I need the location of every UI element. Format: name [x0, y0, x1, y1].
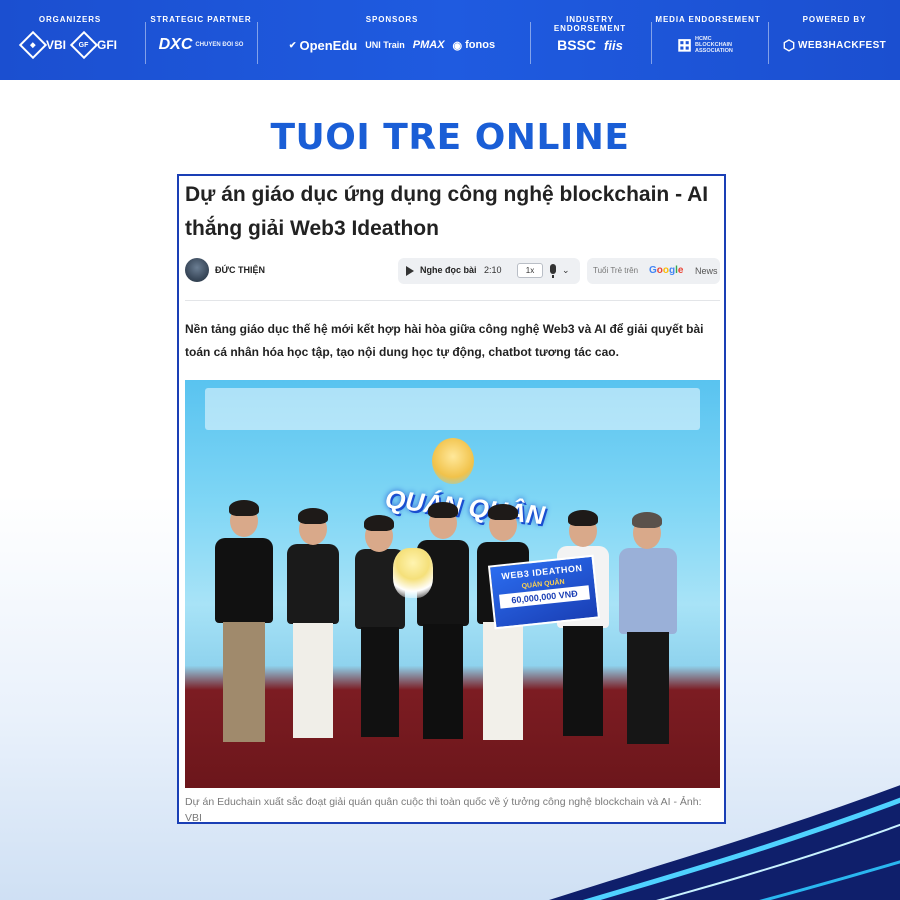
- article-headline[interactable]: Dự án giáo dục ứng dụng công nghệ blockc…: [185, 178, 720, 246]
- sponsors-group: SPONSORS ✔ OpenEdu UNI Train PMAX ◉ fono…: [258, 0, 526, 80]
- photo-caption: Dự án Educhain xuất sắc đoạt giải quán q…: [185, 796, 702, 824]
- media-endorsement-group: MEDIA ENDORSEMENT ⊞ HCMC BLOCKCHAIN ASSO…: [652, 0, 764, 80]
- media-endorsement-label: MEDIA ENDORSEMENT: [655, 15, 761, 24]
- sponsors-label: SPONSORS: [365, 15, 419, 24]
- divider: [185, 300, 720, 301]
- strategic-partner-group: STRATEGIC PARTNER DXC CHUYỂN ĐỔI SỐ: [146, 0, 256, 80]
- play-icon[interactable]: [406, 266, 414, 276]
- article-lead: Nền tảng giáo dục thế hệ mới kết hợp hài…: [185, 322, 704, 359]
- unitrain-logo: UNI Train: [365, 40, 405, 50]
- brand-title: TUOI TRE ONLINE: [270, 117, 630, 158]
- google-news-prefix: Tuổi Trẻ trên: [593, 266, 639, 275]
- fiis-logo: fiis: [604, 37, 623, 53]
- flower-bouquet: [393, 548, 433, 598]
- powered-by-label: POWERED BY: [802, 15, 867, 24]
- openedu-logo: ✔ OpenEdu: [288, 37, 358, 53]
- dxc-logo: DXC CHUYỂN ĐỔI SỐ: [158, 36, 244, 53]
- voice-icon[interactable]: [550, 264, 556, 278]
- organizers-label: ORGANIZERS: [38, 15, 102, 24]
- prize-board: WEB3 IDEATHON QUÁN QUÂN 60,000,000 VNĐ: [487, 554, 601, 630]
- article-card: Dự án giáo dục ứng dụng công nghệ blockc…: [177, 174, 726, 824]
- bssc-logo: BSSC: [557, 37, 597, 53]
- chevron-down-icon[interactable]: ⌄: [562, 265, 570, 276]
- article-photo[interactable]: QUÁN QUÂN WEB3 IDEATHON QUÁN QUÂN 60,000…: [185, 380, 720, 788]
- google-news-label: News: [695, 266, 718, 276]
- hcmc-blockchain-logo: ⊞ HCMC BLOCKCHAIN ASSOCIATION: [676, 34, 733, 55]
- author-row: ĐỨC THIỆN Nghe đọc bài 2:10 1x ⌄ Tuổi Tr…: [185, 258, 720, 286]
- author-name[interactable]: ĐỨC THIỆN: [215, 265, 265, 275]
- web3hackfest-logo: ⬡ WEB3HACKFEST: [782, 36, 887, 53]
- gfi-logo: GF GFI: [69, 30, 117, 60]
- audio-player-label: Nghe đọc bài: [420, 265, 477, 275]
- industry-endorsement-label: INDUSTRY ENDORSEMENT: [553, 15, 627, 33]
- group-photo-people: [185, 380, 720, 788]
- audio-player[interactable]: Nghe đọc bài 2:10 1x ⌄: [398, 258, 580, 284]
- industry-endorsement-group: INDUSTRY ENDORSEMENT BSSC fiis: [531, 0, 649, 80]
- strategic-partner-label: STRATEGIC PARTNER: [150, 15, 252, 24]
- google-logo: Google: [649, 265, 684, 276]
- playback-speed-button[interactable]: 1x: [517, 263, 543, 278]
- audio-duration: 2:10: [484, 265, 502, 275]
- sponsor-banner: ORGANIZERS ◆ VBI GF GFI STRATEGIC PARTNE…: [0, 0, 900, 80]
- pmax-logo: PMAX: [412, 39, 445, 51]
- author-avatar[interactable]: [185, 258, 209, 282]
- google-news-button[interactable]: Tuổi Trẻ trên Google News: [587, 258, 720, 284]
- organizers-group: ORGANIZERS ◆ VBI GF GFI: [0, 0, 140, 80]
- fonos-logo: ◉ fonos: [452, 39, 496, 52]
- vbi-logo: ◆ VBI: [18, 30, 66, 60]
- powered-by-group: POWERED BY ⬡ WEB3HACKFEST: [769, 0, 900, 80]
